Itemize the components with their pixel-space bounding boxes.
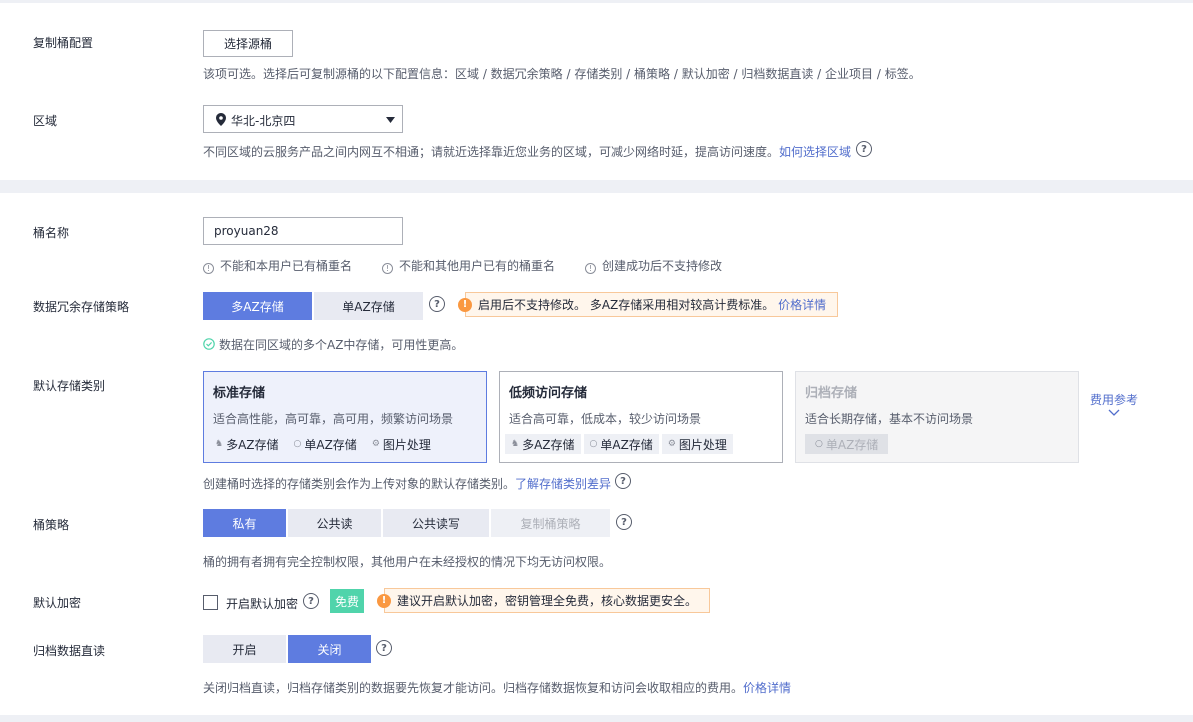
free-badge: 免费 <box>330 589 364 613</box>
encryption-help-icon[interactable]: ? <box>303 593 319 609</box>
encryption-checkbox-label[interactable]: 开启默认加密 <box>226 595 298 612</box>
bucket-name-input[interactable]: proyuan28 <box>203 217 403 245</box>
chevron-down-icon[interactable] <box>1108 409 1120 417</box>
redundancy-success: 数据在同区域的多个AZ中存储，可用性更高。 <box>203 336 463 353</box>
region-label: 区域 <box>33 114 58 128</box>
info-icon: ! <box>382 263 393 274</box>
region-help-link[interactable]: 如何选择区域 <box>779 145 851 159</box>
encryption-checkbox[interactable] <box>203 595 218 610</box>
storage-class-help-icon[interactable]: ? <box>615 473 631 489</box>
storage-card-standard[interactable]: 标准存储 适合高性能，高可靠，高可用，频繁访问场景 ♞ 多AZ存储 ○ 单AZ存储 … <box>203 371 487 463</box>
location-pin-icon <box>216 113 226 126</box>
tag-multi-az: ♞ 多AZ存储 <box>505 434 581 454</box>
encryption-warning: ! 建议开启默认加密，密钥管理全免费，核心数据更安全。 <box>377 588 710 613</box>
archive-read-label: 归档数据直读 <box>33 644 106 658</box>
encryption-warning-text: 建议开启默认加密，密钥管理全免费，核心数据更安全。 <box>397 594 698 608</box>
tag-single-az: ○ 单AZ存储 <box>583 434 659 454</box>
redundancy-warning: ! 启用后不支持修改。 多AZ存储采用相对较高计费标准。 价格详情 <box>458 292 838 317</box>
warning-icon: ! <box>458 297 472 312</box>
storage-class-diff-link[interactable]: 了解存储类别差异 <box>515 477 611 491</box>
tag-single-az: ○ 单AZ存储 <box>293 437 357 452</box>
info-icon: ! <box>203 263 214 274</box>
policy-private-button[interactable]: 私有 <box>203 509 286 537</box>
archive-price-link[interactable]: 价格详情 <box>743 681 791 695</box>
redundancy-label: 数据冗余存储策略 <box>33 300 130 314</box>
redundancy-multi-az-button[interactable]: 多AZ存储 <box>203 292 312 320</box>
archive-read-hint: 关闭归档直读，归档存储类别的数据要先恢复才能访问。归档存储数据恢复和访问会收取相… <box>203 681 744 695</box>
bucket-name-value: proyuan28 <box>214 224 279 238</box>
storage-card-desc: 适合长期存储，基本不访问场景 <box>805 412 974 426</box>
policy-label: 桶策略 <box>33 518 70 532</box>
bucket-name-label: 桶名称 <box>33 226 70 240</box>
image-processing-icon: ⚙ <box>371 439 380 449</box>
single-az-icon: ○ <box>815 439 823 449</box>
redundancy-help-icon[interactable]: ? <box>429 296 445 312</box>
image-processing-icon: ⚙ <box>667 439 676 449</box>
storage-card-desc: 适合高性能，高可靠，高可用，频繁访问场景 <box>213 412 454 426</box>
policy-hint: 桶的拥有者拥有完全控制权限，其他用户在未经授权的情况下均无访问权限。 <box>203 555 612 569</box>
tag-image-processing: ⚙ 图片处理 <box>661 434 733 454</box>
storage-card-title: 标准存储 <box>213 386 266 401</box>
replicate-hint: 该项可选。选择后可复制源桶的以下配置信息：区域 / 数据冗余策略 / 存储类别 … <box>203 67 921 81</box>
caret-down-icon <box>386 117 395 123</box>
single-az-icon: ○ <box>293 439 302 449</box>
storage-card-desc: 适合高可靠，低成本，较少访问场景 <box>509 412 702 426</box>
multi-az-icon: ♞ <box>511 439 520 449</box>
archive-read-off-button[interactable]: 关闭 <box>288 635 371 663</box>
archive-read-on-button[interactable]: 开启 <box>203 635 286 663</box>
storage-card-archive: 归档存储 适合长期存储，基本不访问场景 ○ 单AZ存储 <box>795 371 1079 463</box>
tag-image-processing: ⚙ 图片处理 <box>371 437 431 452</box>
storage-card-title: 归档存储 <box>805 386 858 401</box>
storage-class-label: 默认存储类别 <box>33 379 106 393</box>
multi-az-icon: ♞ <box>215 439 224 449</box>
policy-help-icon[interactable]: ? <box>616 514 632 530</box>
region-value: 华北-北京四 <box>231 114 296 128</box>
storage-card-title: 低频访问存储 <box>509 386 588 401</box>
storage-card-infrequent[interactable]: 低频访问存储 适合高可靠，低成本，较少访问场景 ♞ 多AZ存储 ○ 单AZ存储 ⚙ 图… <box>499 371 783 463</box>
tag-multi-az: ♞ 多AZ存储 <box>215 437 279 452</box>
region-hint-line: 不同区域的云服务产品之间内网互不相通；请就近选择靠近您业务的区域，可减少网络时延… <box>203 143 851 160</box>
policy-public-read-write-button[interactable]: 公共读写 <box>383 509 489 537</box>
warning-icon: ! <box>377 593 391 608</box>
region-select[interactable]: 华北-北京四 <box>203 105 403 133</box>
single-az-icon: ○ <box>589 439 598 449</box>
info-icon: ! <box>585 263 596 274</box>
policy-public-read-button[interactable]: 公共读 <box>288 509 381 537</box>
redundancy-single-az-button[interactable]: 单AZ存储 <box>314 292 423 320</box>
archive-read-hint-line: 关闭归档直读，归档存储类别的数据要先恢复才能访问。归档存储数据恢复和访问会收取相… <box>203 679 791 696</box>
storage-class-hint: 创建桶时选择的存储类别会作为上传对象的默认存储类别。 <box>203 477 516 491</box>
storage-class-hint-line: 创建桶时选择的存储类别会作为上传对象的默认存储类别。了解存储类别差异 <box>203 475 611 492</box>
bucket-rule-1: ! 不能和本用户已有桶重名 <box>203 257 352 274</box>
policy-copy-button: 复制桶策略 <box>491 509 610 537</box>
bucket-rule-3: ! 创建成功后不支持修改 <box>585 257 722 274</box>
region-help-icon[interactable]: ? <box>856 141 872 157</box>
select-source-bucket-button[interactable]: 选择源桶 <box>203 30 293 57</box>
fee-reference-link[interactable]: 费用参考 <box>1090 391 1138 408</box>
tag-single-az: ○ 单AZ存储 <box>805 434 889 454</box>
region-hint: 不同区域的云服务产品之间内网互不相通；请就近选择靠近您业务的区域，可减少网络时延… <box>203 145 780 159</box>
check-circle-icon <box>203 338 215 350</box>
redundancy-price-link[interactable]: 价格详情 <box>778 296 826 313</box>
replicate-label: 复制桶配置 <box>33 36 94 50</box>
encryption-label: 默认加密 <box>33 596 82 610</box>
bucket-rule-2: ! 不能和其他用户已有的桶重名 <box>382 257 555 274</box>
redundancy-warning-text: 启用后不支持修改。 多AZ存储采用相对较高计费标准。 <box>478 298 775 312</box>
archive-read-help-icon[interactable]: ? <box>376 640 392 656</box>
